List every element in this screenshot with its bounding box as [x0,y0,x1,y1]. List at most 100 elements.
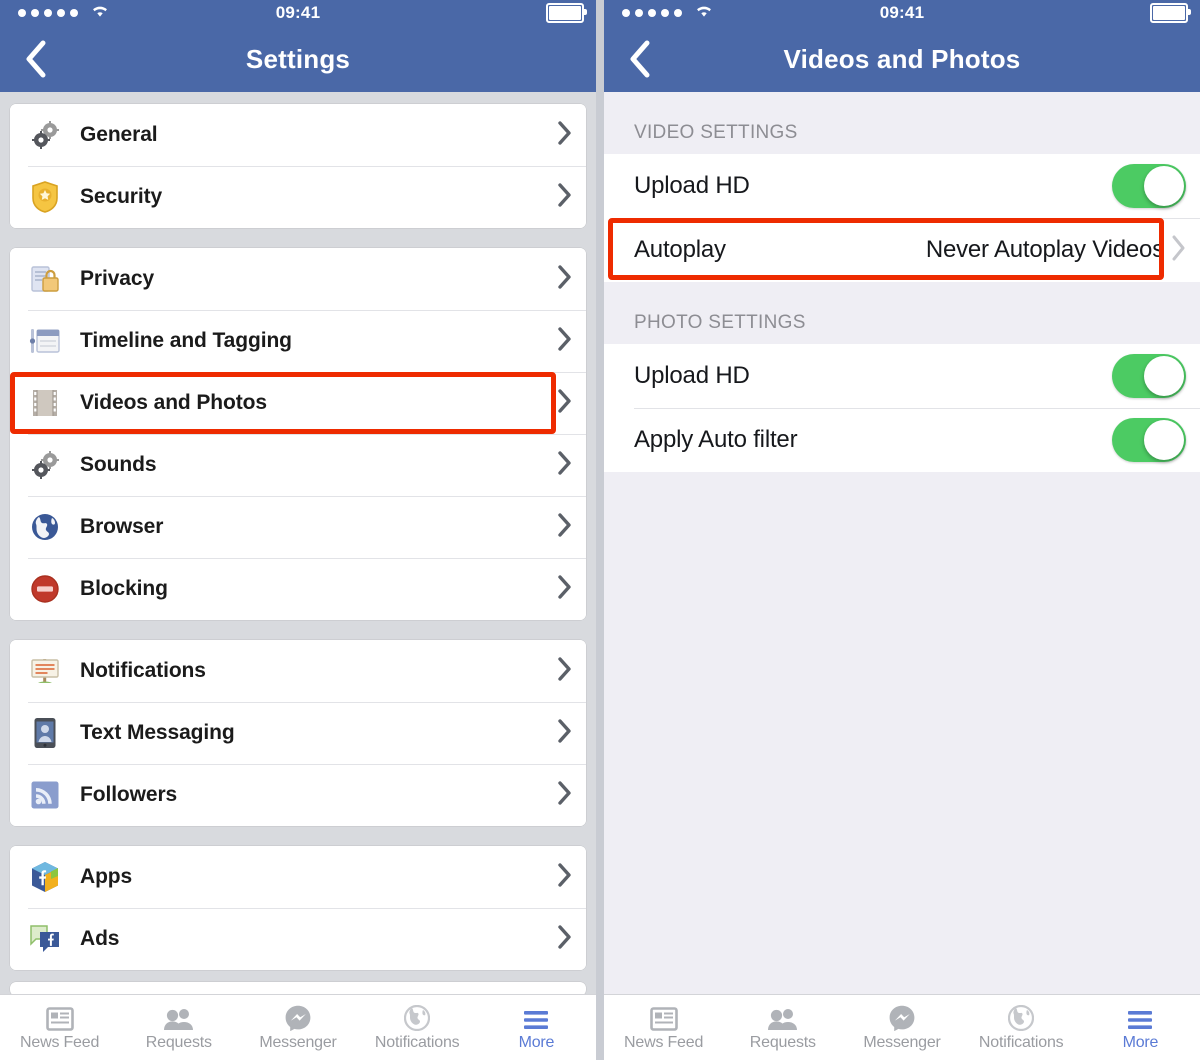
gears-icon [28,448,62,482]
tab-label: Notifications [374,1034,460,1051]
settings-row-browser[interactable]: Browser [10,496,586,558]
right-tab-bar[interactable]: News Feed Requests Messenger Notificatio… [604,994,1200,1060]
left-page-title: Settings [245,43,351,74]
settings-row-label: Notifications [80,659,206,682]
settings-row-label: Browser [80,515,164,538]
right-phone-screen: 09:41 Videos and Photos VIDEO SETTINGS U… [604,0,1200,1060]
messenger-icon [889,1003,915,1031]
lock-document-icon [28,262,62,296]
globe-notifications-icon [1008,1003,1035,1031]
tab-label: More [1122,1034,1159,1051]
tab-label: Messenger [863,1034,941,1051]
chevron-right-icon [558,120,572,150]
settings-row-followers[interactable]: Followers [10,764,586,826]
tab-more[interactable]: More [477,995,596,1060]
globe-icon [28,510,62,544]
gears-icon [28,118,62,152]
chevron-right-icon [558,326,572,356]
globe-notifications-icon [404,1003,431,1031]
rss-icon [28,778,62,812]
chevron-right-icon [558,718,572,748]
chevron-right-icon [558,388,572,418]
right-status-bar: 09:41 [604,0,1200,26]
news-feed-icon [649,1003,678,1031]
tab-requests[interactable]: Requests [723,995,842,1060]
settings-row-videos-and-photos[interactable]: Videos and Photos [10,372,586,434]
shield-badge-icon [28,180,62,214]
chevron-right-icon [558,862,572,892]
chevron-right-icon [1172,235,1186,266]
settings-group-1: General Security [10,104,586,228]
tab-news-feed[interactable]: News Feed [604,995,723,1060]
tab-requests[interactable]: Requests [119,995,238,1060]
chevron-right-icon [558,780,572,810]
settings-row-general[interactable]: General [10,104,586,166]
settings-row-timeline-and-tagging[interactable]: Timeline and Tagging [10,310,586,372]
tab-more[interactable]: More [1081,995,1200,1060]
upload-hd-photo-toggle[interactable] [1112,354,1186,398]
tab-label: Requests [749,1034,816,1051]
photo-settings-rows: Upload HD Apply Auto filter [604,344,1200,472]
setting-row-upload-hd-photo[interactable]: Upload HD [604,344,1200,408]
messenger-icon [285,1003,311,1031]
chevron-right-icon [558,924,572,954]
left-status-bar: 09:41 [0,0,596,26]
settings-list[interactable]: General Security Privacy Timeline and Ta… [0,92,596,994]
settings-row-label: Apps [80,865,133,888]
back-chevron-icon[interactable] [604,26,674,92]
upload-hd-video-toggle[interactable] [1112,164,1186,208]
setting-label: Apply Auto filter [634,426,798,453]
signboard-icon [28,654,62,688]
wifi-icon [90,3,110,23]
tab-messenger[interactable]: Messenger [238,995,357,1060]
setting-row-autoplay[interactable]: Autoplay Never Autoplay Videos [604,218,1200,282]
settings-row-label: Privacy [80,267,155,290]
back-chevron-icon[interactable] [0,26,70,92]
right-nav-bar: Videos and Photos [604,26,1200,92]
settings-row-blocking[interactable]: Blocking [10,558,586,620]
setting-label: Upload HD [634,172,750,199]
settings-row-label: Ads [80,927,120,950]
section-header-video-settings: VIDEO SETTINGS [634,122,798,143]
tab-label: Notifications [978,1034,1064,1051]
settings-group-3: Notifications Text Messaging Followers [10,640,586,826]
settings-row-security[interactable]: Security [10,166,586,228]
tab-messenger[interactable]: Messenger [842,995,961,1060]
video-settings-rows: Upload HD Autoplay Never Autoplay Videos [604,154,1200,282]
tab-news-feed[interactable]: News Feed [0,995,119,1060]
settings-group-5-partial [10,982,586,994]
settings-row-text-messaging[interactable]: Text Messaging [10,702,586,764]
left-phone-screen: 09:41 Settings General Security Privacy … [0,0,596,1060]
settings-row-label: Security [80,185,163,208]
settings-row-label: Followers [80,783,178,806]
signal-strength-dots [18,9,78,17]
battery-full-icon [546,3,587,23]
chevron-right-icon [558,512,572,542]
settings-row-label: Blocking [80,577,168,600]
setting-row-apply-auto-filter[interactable]: Apply Auto filter [604,408,1200,472]
autoplay-value: Never Autoplay Videos [925,236,1164,263]
apply-auto-filter-toggle[interactable] [1112,418,1186,462]
settings-row-label: Text Messaging [80,721,235,744]
videos-and-photos-settings[interactable]: VIDEO SETTINGS Upload HD Autoplay Never … [604,92,1200,994]
setting-label: Upload HD [634,362,750,389]
settings-row-notifications[interactable]: Notifications [10,640,586,702]
tab-notifications[interactable]: Notifications [358,995,477,1060]
setting-label: Autoplay [634,236,726,263]
settings-row-label: Timeline and Tagging [80,329,292,352]
tab-label: Messenger [259,1034,337,1051]
settings-row-privacy[interactable]: Privacy [10,248,586,310]
timeline-icon [28,324,62,358]
left-tab-bar[interactable]: News Feed Requests Messenger Notificatio… [0,994,596,1060]
hamburger-more-icon [1126,1003,1154,1031]
tab-label: News Feed [20,1034,100,1051]
settings-group-2: Privacy Timeline and Tagging Videos and … [10,248,586,620]
tab-notifications[interactable]: Notifications [962,995,1081,1060]
left-nav-bar: Settings [0,26,596,92]
section-header-photo-settings: PHOTO SETTINGS [634,312,806,333]
setting-row-upload-hd-video[interactable]: Upload HD [604,154,1200,218]
settings-row-sounds[interactable]: Sounds [10,434,586,496]
settings-row-apps[interactable]: Apps [10,846,586,908]
settings-row-ads[interactable]: Ads [10,908,586,970]
panel-divider [596,0,604,1060]
